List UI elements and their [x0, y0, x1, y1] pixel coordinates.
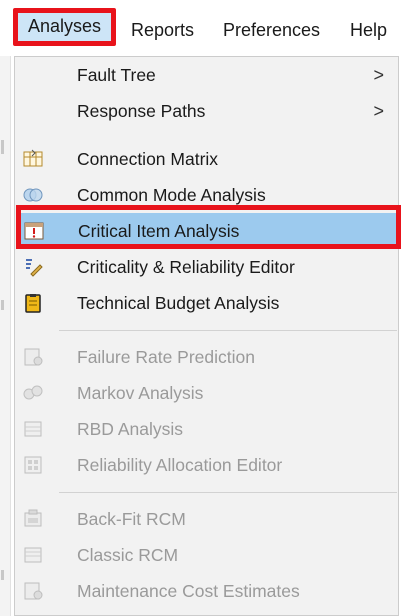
menu-item-label: Maintenance Cost Estimates	[77, 581, 300, 601]
markov-icon	[23, 383, 43, 403]
menu-item-label: RBD Analysis	[77, 419, 184, 439]
menu-item-label: Back-Fit RCM	[77, 509, 186, 529]
menu-item-label: Markov Analysis	[77, 383, 204, 403]
menu-item-label: Fault Tree	[77, 65, 156, 85]
menu-item-label: Response Paths	[77, 101, 206, 121]
menubar-preferences[interactable]: Preferences	[223, 12, 320, 48]
menu-item-criticality-reliability-editor[interactable]: Criticality & Reliability Editor	[15, 249, 398, 285]
analyses-dropdown-menu: Fault Tree > Response Paths > Connection…	[14, 56, 399, 616]
menu-item-label: Connection Matrix	[77, 149, 219, 169]
menu-item-label: Failure Rate Prediction	[77, 347, 255, 367]
technical-budget-icon	[23, 293, 43, 313]
failure-rate-icon	[23, 347, 43, 367]
menu-item-markov-analysis: Markov Analysis	[15, 375, 398, 411]
menu-item-reliability-allocation-editor: Reliability Allocation Editor	[15, 447, 398, 483]
menu-item-technical-budget-analysis[interactable]: Technical Budget Analysis	[15, 285, 398, 321]
menu-item-response-paths[interactable]: Response Paths >	[15, 93, 398, 129]
connection-matrix-icon	[23, 149, 43, 169]
menu-item-label: Reliability Allocation Editor	[77, 455, 283, 475]
menu-item-fault-tree[interactable]: Fault Tree >	[15, 57, 398, 93]
menu-item-rbd-analysis: RBD Analysis	[15, 411, 398, 447]
common-mode-icon	[23, 185, 43, 205]
menu-item-label: Technical Budget Analysis	[77, 293, 280, 313]
maintenance-cost-icon	[23, 581, 43, 601]
menubar-reports[interactable]: Reports	[131, 12, 194, 48]
menu-item-failure-rate-prediction: Failure Rate Prediction	[15, 339, 398, 375]
menu-bar: Analyses Reports Preferences Help	[0, 0, 401, 56]
app-window-edge	[0, 0, 11, 616]
edge-mark	[1, 570, 4, 580]
menu-item-maintenance-cost-estimates: Maintenance Cost Estimates	[15, 573, 398, 609]
menu-separator	[59, 330, 397, 331]
callout-highlight-box	[16, 205, 401, 249]
rbd-icon	[23, 419, 43, 439]
menu-separator	[59, 492, 397, 493]
chevron-right-icon: >	[373, 65, 384, 85]
edge-mark	[1, 140, 4, 154]
menu-item-classic-rcm: Classic RCM	[15, 537, 398, 573]
chevron-right-icon: >	[373, 101, 384, 121]
menu-item-back-fit-rcm: Back-Fit RCM	[15, 501, 398, 537]
back-fit-rcm-icon	[23, 509, 43, 529]
menu-item-connection-matrix[interactable]: Connection Matrix	[15, 141, 398, 177]
menubar-help[interactable]: Help	[350, 12, 387, 48]
menu-item-label: Criticality & Reliability Editor	[77, 257, 295, 277]
criticality-editor-icon	[23, 257, 43, 277]
classic-rcm-icon	[23, 545, 43, 565]
menu-item-label: Classic RCM	[77, 545, 179, 565]
menubar-analyses[interactable]: Analyses	[13, 8, 117, 46]
edge-mark	[1, 300, 4, 310]
reliability-allocation-icon	[23, 455, 43, 475]
